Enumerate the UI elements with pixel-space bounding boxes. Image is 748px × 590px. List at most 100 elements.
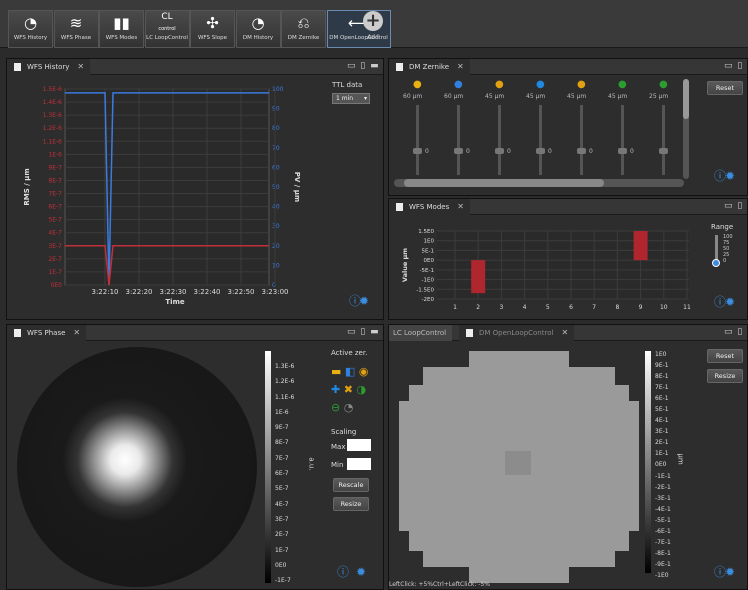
close-icon[interactable]: ✕: [561, 328, 568, 337]
defocus-icon[interactable]: ▬: [331, 365, 341, 378]
spherical-icon[interactable]: ✖: [344, 383, 353, 396]
gear-icon[interactable]: ✹: [725, 169, 745, 183]
resize-button[interactable]: Resize: [333, 497, 369, 511]
zernike-slider-knob[interactable]: [413, 148, 422, 154]
tab-wfs-phase[interactable]: WFS Phase ✕: [7, 325, 87, 341]
ttl-select[interactable]: 1 min ▾: [332, 93, 370, 104]
y-axis-label-left: RMS / µm: [23, 168, 31, 205]
x-tick: 11: [683, 304, 691, 311]
close-icon[interactable]: ✕: [457, 62, 464, 71]
zernike-slider-knob[interactable]: [618, 148, 627, 154]
window-controls[interactable]: ▭ ▯: [724, 61, 743, 71]
gear-icon[interactable]: ✹: [356, 565, 376, 579]
colorbar-tick: -8E-1: [655, 549, 671, 557]
colorbar-tick: -3E-1: [655, 494, 671, 502]
zernike-slider-knob[interactable]: [659, 148, 668, 154]
zernike-icon-grid[interactable]: ▬ ◧ ◉ ✚ ✖ ◑ ⊖ ◔: [331, 363, 379, 417]
zernike-slider-knob[interactable]: [454, 148, 463, 154]
center-actuator[interactable]: [505, 451, 531, 475]
add-button[interactable]: + Add: [361, 11, 385, 41]
toolbar-wfs-phase-button[interactable]: ≋ WFS Phase: [53, 10, 99, 48]
zernike-icon-6: ●: [659, 79, 668, 90]
mode-bar: [471, 260, 486, 294]
secondary-icon[interactable]: ⊖: [331, 401, 340, 414]
range-label: Range: [711, 223, 734, 231]
clock-icon: ◔: [251, 14, 265, 32]
y-tick-right: 100: [272, 86, 284, 93]
tab-wfs-history[interactable]: WFS History ✕: [7, 59, 91, 75]
zernike-value: 0: [630, 148, 634, 155]
window-controls[interactable]: ▭ ▯: [724, 327, 743, 337]
colorbar-tick: 1E-1: [655, 450, 669, 458]
zernike-slider-knob[interactable]: [495, 148, 504, 154]
zernike-slider-4[interactable]: [580, 105, 583, 175]
zernike-icon-5: ●: [618, 79, 627, 90]
zernike-amplitude-label: 45 µm: [485, 93, 505, 100]
toolbar-lc-loopcontrol-button[interactable]: CL control LC LoopControl: [144, 10, 190, 48]
colorbar-tick: 1E0: [655, 351, 667, 358]
zernike-amplitude-label: 60 µm: [403, 93, 423, 100]
mode-bar: [633, 231, 648, 261]
resize-button[interactable]: Resize: [707, 369, 743, 383]
gear-icon[interactable]: ✹: [725, 565, 745, 579]
ttl-label: TTL data: [332, 81, 363, 89]
y-tick-right: 80: [272, 125, 280, 132]
reset-icon: ⎌: [297, 14, 310, 32]
range-knob[interactable]: [712, 259, 720, 267]
quadrafoil-icon[interactable]: ◑: [356, 383, 366, 396]
x-tick: 3: [499, 304, 503, 311]
tab-wfs-modes[interactable]: WFS Modes ✕: [389, 199, 470, 215]
x-tick: 4: [523, 304, 527, 311]
reset-button[interactable]: Reset: [707, 81, 743, 95]
y-tick-right: 40: [272, 204, 280, 211]
info-icon[interactable]: ⓘ: [337, 565, 357, 579]
zernike-slider-0[interactable]: [416, 105, 419, 175]
bars-icon: ▮▮: [113, 14, 130, 32]
astig-icon[interactable]: ◧: [345, 365, 355, 378]
window-controls[interactable]: ▭ ▯ ▬: [347, 61, 380, 71]
window-controls[interactable]: ▭ ▯: [724, 201, 743, 211]
close-icon[interactable]: ✕: [457, 202, 464, 211]
tab-dm-zernike[interactable]: DM Zernike ✕: [389, 59, 470, 75]
colorbar-tick: 7E-7: [275, 454, 289, 462]
close-icon[interactable]: ✕: [77, 62, 84, 71]
coma-icon[interactable]: ◉: [359, 365, 369, 378]
zernike-slider-knob[interactable]: [577, 148, 586, 154]
zernike-slider-knob[interactable]: [536, 148, 545, 154]
y-tick-right: 30: [272, 223, 280, 230]
colorbar-tick: 1E-7: [275, 546, 289, 554]
window-controls[interactable]: ▭ ▯ ▬: [347, 327, 380, 337]
zernike-icon-1: ●: [454, 79, 463, 90]
colorbar-tick: -2E-1: [655, 483, 671, 491]
zernike-slider-3[interactable]: [539, 105, 542, 175]
toolbar-wfs-history-button[interactable]: ◔ WFS History: [8, 10, 53, 48]
gear-icon[interactable]: ✹: [725, 295, 745, 309]
y-tick-right: 10: [272, 262, 280, 269]
zernike-icon-3: ●: [536, 79, 545, 90]
rescale-button[interactable]: Rescale: [333, 478, 369, 492]
max-input[interactable]: [347, 439, 371, 451]
toolbar-wfs-modes-button[interactable]: ▮▮ WFS Modes: [99, 10, 144, 48]
zernike-slider-5[interactable]: [621, 105, 624, 175]
tab-dm-openloopcontrol[interactable]: DM OpenLoopControl ✕: [459, 325, 575, 341]
zernike-slider-2[interactable]: [498, 105, 501, 175]
zernike-scrollbar[interactable]: [394, 179, 684, 187]
custom-icon[interactable]: ◔: [344, 401, 354, 414]
colorbar-tick: 5E-1: [655, 406, 669, 414]
reset-button[interactable]: Reset: [707, 349, 743, 363]
colorbar-tick: 9E-7: [275, 424, 289, 432]
modes-chart: 1.5E0 1E0 5E-1 0E0 -5E-1 -1E0 -1.5E0 -2E0 1 2 3 4 5 6…: [401, 229, 691, 311]
zernike-slider-6[interactable]: [662, 105, 665, 175]
trefoil-icon[interactable]: ✚: [331, 383, 340, 396]
zernike-vscroll[interactable]: [683, 79, 689, 179]
gear-icon[interactable]: ✹: [359, 294, 379, 308]
toolbar-dm-history-button[interactable]: ◔ DM History: [235, 10, 281, 48]
toolbar-dm-zernike-button[interactable]: ⎌ DM Zernike: [281, 10, 326, 48]
close-icon[interactable]: ✕: [73, 328, 80, 337]
toolbar-wfs-slope-button[interactable]: ✣ WFS Slope: [190, 10, 235, 48]
colorbar-tick: 0E0: [655, 461, 667, 469]
zernike-slider-1[interactable]: [457, 105, 460, 175]
phase-map: [17, 347, 257, 587]
tab-lc-loopcontrol[interactable]: LC LoopControl: [389, 325, 453, 341]
min-input[interactable]: [347, 458, 371, 470]
